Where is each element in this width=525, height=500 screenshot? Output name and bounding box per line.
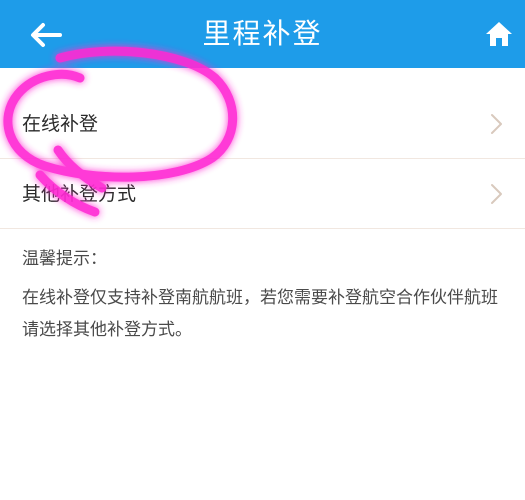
home-icon [486,22,512,46]
home-button[interactable] [482,18,516,50]
option-label: 在线补登 [22,113,99,135]
option-label: 其他补登方式 [22,183,137,205]
chevron-right-icon [491,114,502,134]
app-header: 里程补登 [0,0,525,68]
option-other-methods[interactable]: 其他补登方式 [0,160,525,229]
chevron-right-icon [491,184,502,204]
hint-title: 温馨提示： [22,249,107,269]
option-online-supplement[interactable]: 在线补登 [0,90,525,159]
hint-body: 在线补登仅支持补登南航航班，若您需要补登航空合作伙伴航班请选择其他补登方式。 [22,288,498,340]
page-title: 里程补登 [202,17,323,50]
